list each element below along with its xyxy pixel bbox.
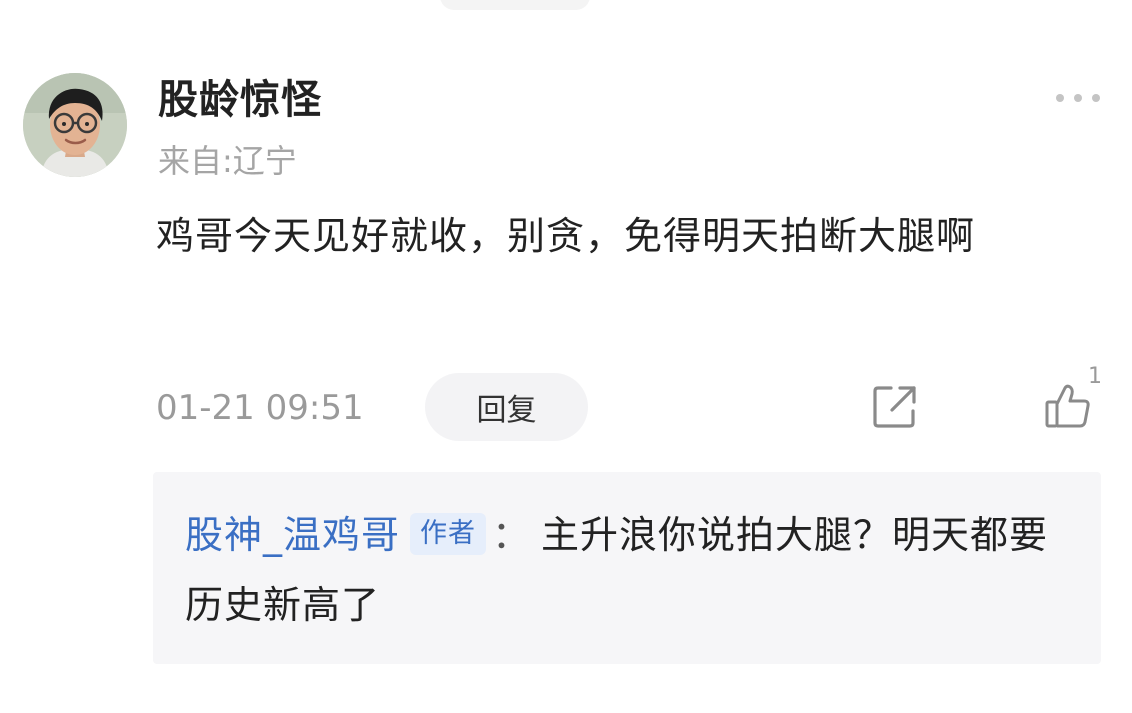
thumbs-up-icon: [1045, 384, 1090, 428]
like-count: 1: [1088, 364, 1102, 389]
comment-location: 来自:辽宁: [158, 142, 297, 180]
avatar-portrait-icon: [23, 73, 127, 177]
author-badge: 作者: [410, 513, 487, 555]
more-dots-icon[interactable]: [1050, 86, 1106, 110]
reply-box: 股神_温鸡哥 作者：主升浪你说拍大腿？明天都要历史新高了: [153, 472, 1101, 664]
reply-separator: ：: [492, 513, 532, 557]
avatar[interactable]: [23, 73, 127, 177]
share-icon[interactable]: [872, 384, 918, 430]
comment-timestamp: 01-21 09:51: [156, 388, 364, 428]
reply-button[interactable]: 回复: [425, 373, 588, 441]
comment-text: 鸡哥今天见好就收，别贪，免得明天拍断大腿啊: [156, 214, 976, 258]
reply-content: 股神_温鸡哥 作者：主升浪你说拍大腿？明天都要历史新高了: [185, 500, 1075, 640]
reply-username[interactable]: 股神_温鸡哥: [185, 513, 400, 557]
comment-username[interactable]: 股龄惊怪: [158, 72, 322, 128]
sheet-handle: [440, 0, 590, 10]
like-button[interactable]: 1: [1040, 364, 1110, 434]
